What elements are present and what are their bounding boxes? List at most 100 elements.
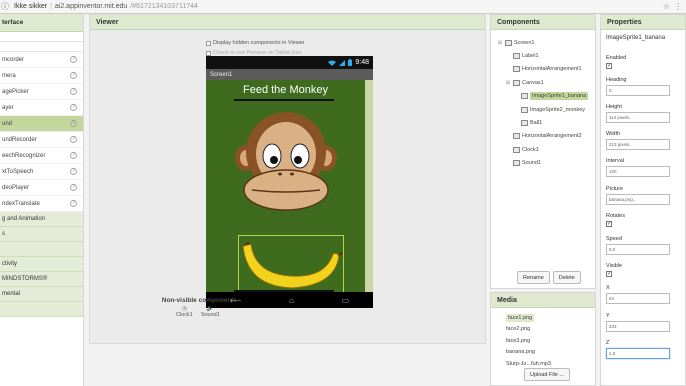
component-icon — [513, 133, 520, 140]
help-icon[interactable]: ? — [70, 88, 77, 95]
component-icon — [521, 93, 528, 100]
height-label: Height — [606, 104, 622, 110]
palette-category[interactable] — [0, 302, 83, 317]
tree-node[interactable]: HorizontalArrangement2 — [497, 130, 588, 143]
palette-item[interactable]: ndexTranslate? — [0, 196, 83, 212]
tree-node[interactable]: Label1 — [497, 49, 588, 62]
heading-label: Heading — [606, 77, 627, 83]
palette-item[interactable]: ayer? — [0, 100, 83, 116]
help-icon[interactable]: ? — [70, 136, 77, 143]
palette-item[interactable]: mcorder? — [0, 52, 83, 68]
star-icon[interactable]: ☆ — [663, 2, 670, 11]
z-input[interactable]: 1.0 — [606, 348, 670, 359]
rotates-label: Rotates — [606, 213, 625, 219]
signal-icon — [339, 59, 346, 66]
height-input[interactable]: 114 pixels... — [606, 112, 670, 123]
help-icon[interactable]: ? — [70, 200, 77, 207]
interval-input[interactable]: 100 — [606, 166, 670, 177]
tree-node[interactable]: Ball1 — [497, 116, 588, 129]
rename-button[interactable]: Rename — [517, 271, 550, 284]
width-input[interactable]: 213 pixels... — [606, 139, 670, 150]
palette-category[interactable]: MINDSTORMS® — [0, 272, 83, 287]
enabled-checkbox[interactable]: ✓ — [606, 63, 612, 69]
help-icon[interactable]: ? — [70, 152, 77, 159]
palette-category[interactable] — [0, 242, 83, 257]
palette-item[interactable]: deoPlayer? — [0, 180, 83, 196]
media-item[interactable]: banana.png — [506, 347, 551, 359]
phone-preview: 9:48 Screen1 Feed the Monkey ⟵ ⌂ ▭ — [206, 56, 373, 308]
y-label: Y — [606, 313, 610, 319]
help-icon[interactable]: ? — [70, 168, 77, 175]
help-icon[interactable]: ? — [70, 72, 77, 79]
upload-file-button[interactable]: Upload File ... — [524, 368, 570, 381]
tree-node[interactable]: HorizontalArrangement1 — [497, 63, 588, 76]
delete-button[interactable]: Delete — [552, 271, 581, 284]
label1[interactable]: Feed the Monkey — [206, 84, 365, 96]
tree-node-label: Canvas1 — [522, 79, 544, 86]
component-icon — [513, 66, 520, 73]
tree-node[interactable]: ImageSprite1_banana — [497, 90, 589, 103]
palette-category[interactable]: ctivity — [0, 257, 83, 272]
clock1-component[interactable]: ◷ Clock1 — [176, 306, 193, 318]
speed-input[interactable]: 0.0 — [606, 244, 670, 255]
horizontal-arrangement1[interactable] — [234, 99, 334, 101]
canvas1[interactable]: Feed the Monkey — [206, 80, 365, 293]
properties-panel: Properties ImageSprite1_banana Enabled ✓… — [600, 14, 686, 386]
rotates-checkbox[interactable]: ✓ — [606, 221, 612, 227]
sound1-component[interactable]: 🔈 Sound1 — [201, 306, 220, 318]
palette-item[interactable]: xtToSpeech? — [0, 164, 83, 180]
tree-node[interactable]: ⊟ Screen1 — [497, 36, 588, 49]
recents-icon[interactable]: ▭ — [342, 296, 350, 305]
tree-node-label: ImageSprite1_banana — [530, 92, 589, 101]
info-icon[interactable]: ⓘ — [0, 2, 10, 12]
component-icon — [521, 106, 528, 113]
palette-item[interactable]: eechRecognizer? — [0, 148, 83, 164]
tree-node-label: HorizontalArrangement2 — [522, 133, 582, 140]
tree-toggle-icon[interactable]: ⊟ — [505, 80, 511, 86]
tree-node[interactable]: Sound1 — [497, 157, 588, 170]
battery-icon — [348, 59, 353, 66]
tree-node-label: Label1 — [522, 53, 539, 60]
display-hidden-checkbox[interactable]: Display hidden components in Viewer — [206, 38, 305, 48]
z-label: Z — [606, 340, 610, 346]
help-icon[interactable]: ? — [70, 104, 77, 111]
palette-item[interactable]: undRecorder? — [0, 132, 83, 148]
help-icon[interactable]: ? — [70, 184, 77, 191]
x-input[interactable]: 64 — [606, 293, 670, 304]
tree-node[interactable]: ⊟ Canvas1 — [497, 76, 588, 89]
visible-checkbox[interactable]: ✓ — [606, 271, 612, 277]
palette-category-user-interface[interactable]: terface — [0, 14, 83, 32]
width-label: Width — [606, 131, 621, 137]
heading-input[interactable]: 0 — [606, 85, 670, 96]
imagesprite1-banana[interactable] — [238, 235, 344, 293]
tree-node[interactable]: ImageSprite2_monkey — [497, 103, 588, 116]
help-icon[interactable]: ? — [70, 56, 77, 63]
screen-scrollbar[interactable] — [365, 80, 373, 292]
palette-item[interactable]: mera? — [0, 68, 83, 84]
media-item[interactable]: face1.png — [506, 312, 551, 324]
y-input[interactable]: 233 — [606, 321, 670, 332]
viewer-panel: Viewer Display hidden components in View… — [89, 14, 486, 344]
picture-input[interactable]: banana.png... — [606, 194, 670, 205]
palette-category[interactable]: g and Animation — [0, 212, 83, 227]
palette-category[interactable]: mental — [0, 287, 83, 302]
browser-bar: ⓘ Ikke sikker | ai2.appinventor.mit.edu /… — [0, 0, 686, 14]
banana-image — [242, 242, 343, 289]
security-label: Ikke sikker — [14, 3, 48, 10]
home-icon[interactable]: ⌂ — [289, 296, 294, 305]
tree-node[interactable]: Clock1 — [497, 143, 588, 156]
help-icon[interactable]: ? — [70, 120, 77, 127]
speed-label: Speed — [606, 236, 622, 242]
palette-category[interactable]: s — [0, 227, 83, 242]
component-icon — [513, 53, 520, 60]
status-bar: 9:48 — [206, 56, 373, 69]
menu-icon[interactable]: ⋮ — [674, 2, 682, 11]
palette-panel: terface mcorder? mera? agePicker? ayer? und?… — [0, 14, 84, 386]
palette-item[interactable]: agePicker? — [0, 84, 83, 100]
imagesprite2-monkey[interactable] — [234, 108, 338, 212]
address-bar[interactable]: Ikke sikker | ai2.appinventor.mit.edu/#6… — [14, 3, 198, 10]
media-item[interactable]: face3.png — [506, 335, 551, 347]
palette-item[interactable]: und? — [0, 116, 83, 132]
tree-toggle-icon[interactable]: ⊟ — [497, 40, 503, 46]
media-item[interactable]: face2.png — [506, 324, 551, 336]
